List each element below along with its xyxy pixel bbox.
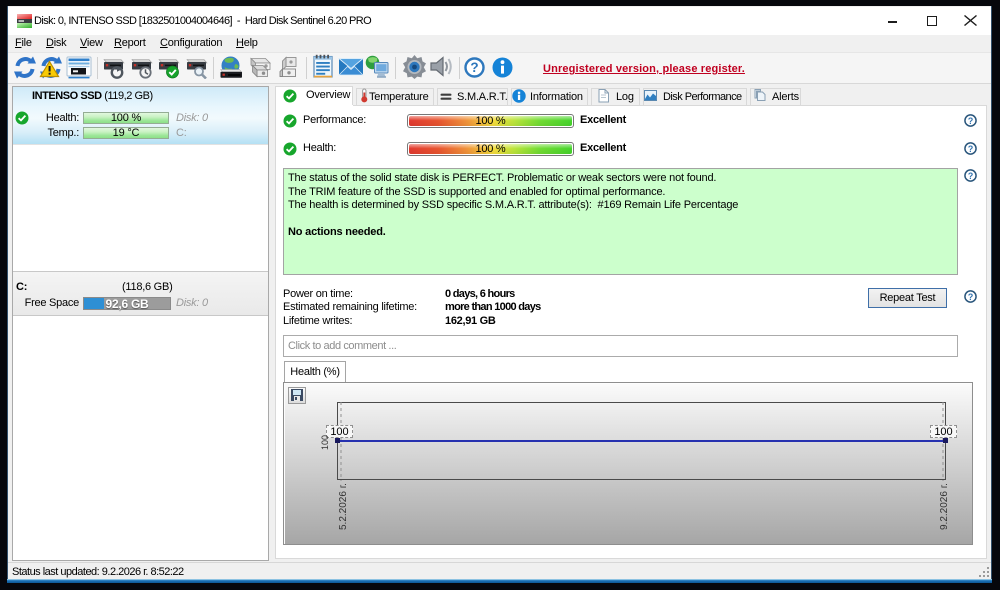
- svg-text:?: ?: [470, 60, 478, 75]
- svg-text:?: ?: [968, 144, 973, 154]
- svg-text:?: ?: [968, 116, 973, 126]
- svg-text:?: ?: [968, 292, 973, 302]
- svg-text:?: ?: [968, 171, 973, 181]
